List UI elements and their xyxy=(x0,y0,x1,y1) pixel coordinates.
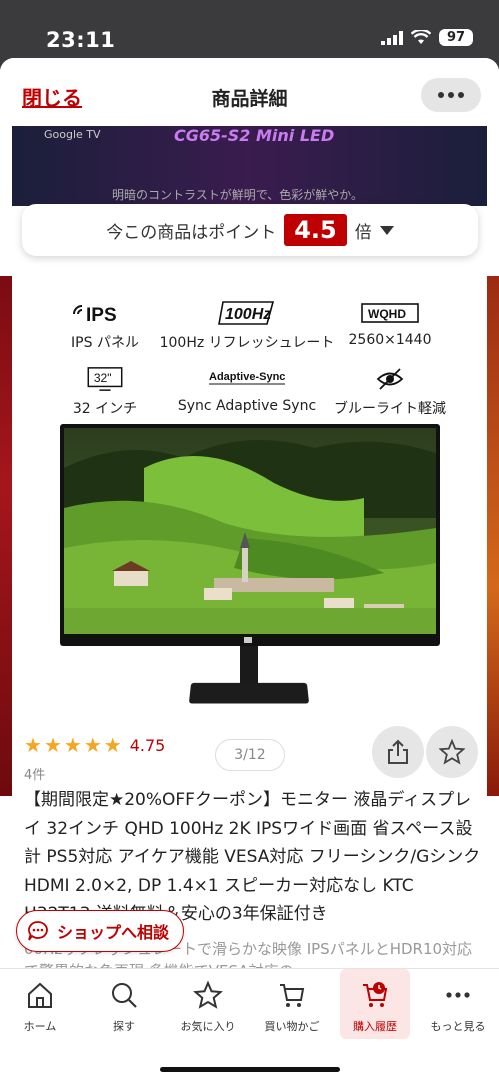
image-gallery[interactable]: Google TV CG65-S2 Mini LED 明暗のコントラストが鮮明で… xyxy=(0,126,499,796)
more-dots-icon xyxy=(446,992,470,998)
star-outline-icon xyxy=(439,739,465,765)
feature-ips-label: IPS パネル xyxy=(71,335,139,351)
points-suffix: 倍 xyxy=(354,222,372,243)
nav-cart-label: 買い物かご xyxy=(264,1020,320,1033)
star-icon: ★ xyxy=(103,733,122,757)
points-multiplier-banner[interactable]: 今この商品はポイント 4.5 倍 xyxy=(22,204,478,256)
dot-icon xyxy=(458,92,464,98)
wifi-icon xyxy=(411,30,431,44)
brand-logo xyxy=(244,637,252,643)
home-indicator xyxy=(160,1067,340,1072)
nav-cart[interactable]: 買い物かご xyxy=(252,969,332,1039)
product-detail-sheet: 閉じる 商品詳細 Google TV CG65-S2 Mini LED 明暗のコ… xyxy=(0,58,499,1080)
feature-blue-light-label: ブルーライト軽減 xyxy=(334,401,446,417)
review-count[interactable]: 4件 xyxy=(24,764,45,783)
eye-care-icon xyxy=(376,368,404,390)
star-icon: ★ xyxy=(83,733,102,757)
previous-image-banner: Google TV CG65-S2 Mini LED 明暗のコントラストが鮮明で… xyxy=(12,126,487,206)
ips-icon: IPS xyxy=(73,305,117,326)
feature-adaptive-sync: Adaptive-Sync Sync Adaptive Sync xyxy=(162,366,332,414)
star-outline-icon xyxy=(193,980,223,1009)
rating-row[interactable]: ★ ★ ★ ★ ★ 4.75 xyxy=(24,735,165,755)
landscape-wallpaper xyxy=(64,428,436,634)
nav-purchase-history-label: 購入履歴 xyxy=(353,1020,397,1033)
purchase-history-icon xyxy=(363,982,388,1007)
feature-size-label: 32 インチ xyxy=(72,401,138,417)
wqhd-icon: WQHD xyxy=(361,303,419,323)
chat-icon xyxy=(28,921,48,941)
contact-shop-button[interactable]: ショップへ相談 xyxy=(16,910,185,952)
next-slide-peek[interactable] xyxy=(487,276,499,796)
feature-ips: IPS IPS パネル xyxy=(50,300,160,352)
svg-text:WQHD: WQHD xyxy=(368,307,406,321)
feature-refresh-rate-label: 100Hz リフレッシュレート xyxy=(159,335,335,351)
feature-adaptive-sync-label: Sync Adaptive Sync xyxy=(177,398,317,414)
rating-value: 4.75 xyxy=(129,735,166,755)
monitor-stand-base xyxy=(188,682,310,704)
banner-left-text: Google TV xyxy=(44,128,101,141)
points-value: 4.5 xyxy=(284,214,347,246)
nav-purchase-history[interactable]: 購入履歴 xyxy=(340,969,410,1039)
bottom-navigation: ホーム 探す お気に入り 買い物かご 購入履歴 もっと見る xyxy=(0,968,499,1080)
cart-icon xyxy=(280,984,305,1007)
feature-blue-light: ブルーライト軽減 xyxy=(310,366,470,418)
share-icon xyxy=(388,739,408,764)
chevron-down-icon xyxy=(379,225,394,235)
star-icon: ★ xyxy=(43,733,62,757)
share-button[interactable] xyxy=(372,726,424,778)
image-counter: 3/12 xyxy=(215,739,285,771)
home-icon xyxy=(28,982,52,1008)
nav-favorites-label: お気に入り xyxy=(180,1020,236,1033)
dot-icon xyxy=(438,92,444,98)
svg-text:100Hz: 100Hz xyxy=(225,306,271,323)
more-options-button[interactable] xyxy=(421,78,481,112)
feature-resolution: WQHD 2560×1440 xyxy=(330,300,450,348)
points-prefix: 今この商品はポイント xyxy=(106,222,277,243)
battery-indicator: 97 xyxy=(439,29,473,46)
status-time: 23:11 xyxy=(46,28,116,52)
status-bar: 23:11 97 xyxy=(0,0,499,58)
search-icon xyxy=(112,983,137,1008)
banner-bottom-text: 明暗のコントラストが鮮明で、色彩が鮮やか。 xyxy=(112,188,364,202)
status-icons: 97 xyxy=(381,29,473,46)
refresh-rate-icon: 100Hz xyxy=(218,301,275,325)
star-icon: ★ xyxy=(24,733,42,757)
nav-home-label: ホーム xyxy=(23,1020,57,1033)
nav-favorites[interactable]: お気に入り xyxy=(168,969,248,1039)
product-title: 【期間限定★20%OFFクーポン】モニター 液晶ディスプレイ 32インチ QHD… xyxy=(24,790,481,924)
nav-more[interactable]: もっと見る xyxy=(418,969,498,1039)
monitor-illustration xyxy=(60,424,440,704)
feature-size: 32" 32 インチ xyxy=(50,366,160,418)
contact-shop-label: ショップへ相談 xyxy=(57,923,170,942)
dot-icon xyxy=(448,92,454,98)
adaptive-sync-icon: Adaptive-Sync xyxy=(209,371,285,385)
previous-slide-peek[interactable] xyxy=(0,276,12,796)
monitor-screen xyxy=(60,424,440,646)
signal-icon xyxy=(381,30,403,45)
favorite-button[interactable] xyxy=(426,726,478,778)
monitor-stand-neck xyxy=(240,646,258,684)
nav-search-label: 探す xyxy=(113,1020,135,1033)
feature-refresh-rate: 100Hz 100Hz リフレッシュレート xyxy=(152,300,342,352)
svg-text:IPS: IPS xyxy=(86,305,117,326)
svg-text:32": 32" xyxy=(94,371,112,385)
product-image[interactable]: IPS IPS パネル 100Hz 100Hz リフレッシュレート WQHD 2… xyxy=(12,276,487,746)
nav-home[interactable]: ホーム xyxy=(0,969,80,1039)
sheet-header: 閉じる 商品詳細 xyxy=(0,58,499,126)
banner-right-text: CG65-S2 Mini LED xyxy=(174,126,335,145)
svg-text:Adaptive-Sync: Adaptive-Sync xyxy=(209,371,285,383)
feature-resolution-label: 2560×1440 xyxy=(348,332,432,348)
nav-search[interactable]: 探す xyxy=(84,969,164,1039)
screen-size-icon: 32" xyxy=(87,367,123,391)
star-icon: ★ xyxy=(63,733,82,757)
nav-more-label: もっと見る xyxy=(430,1020,486,1033)
